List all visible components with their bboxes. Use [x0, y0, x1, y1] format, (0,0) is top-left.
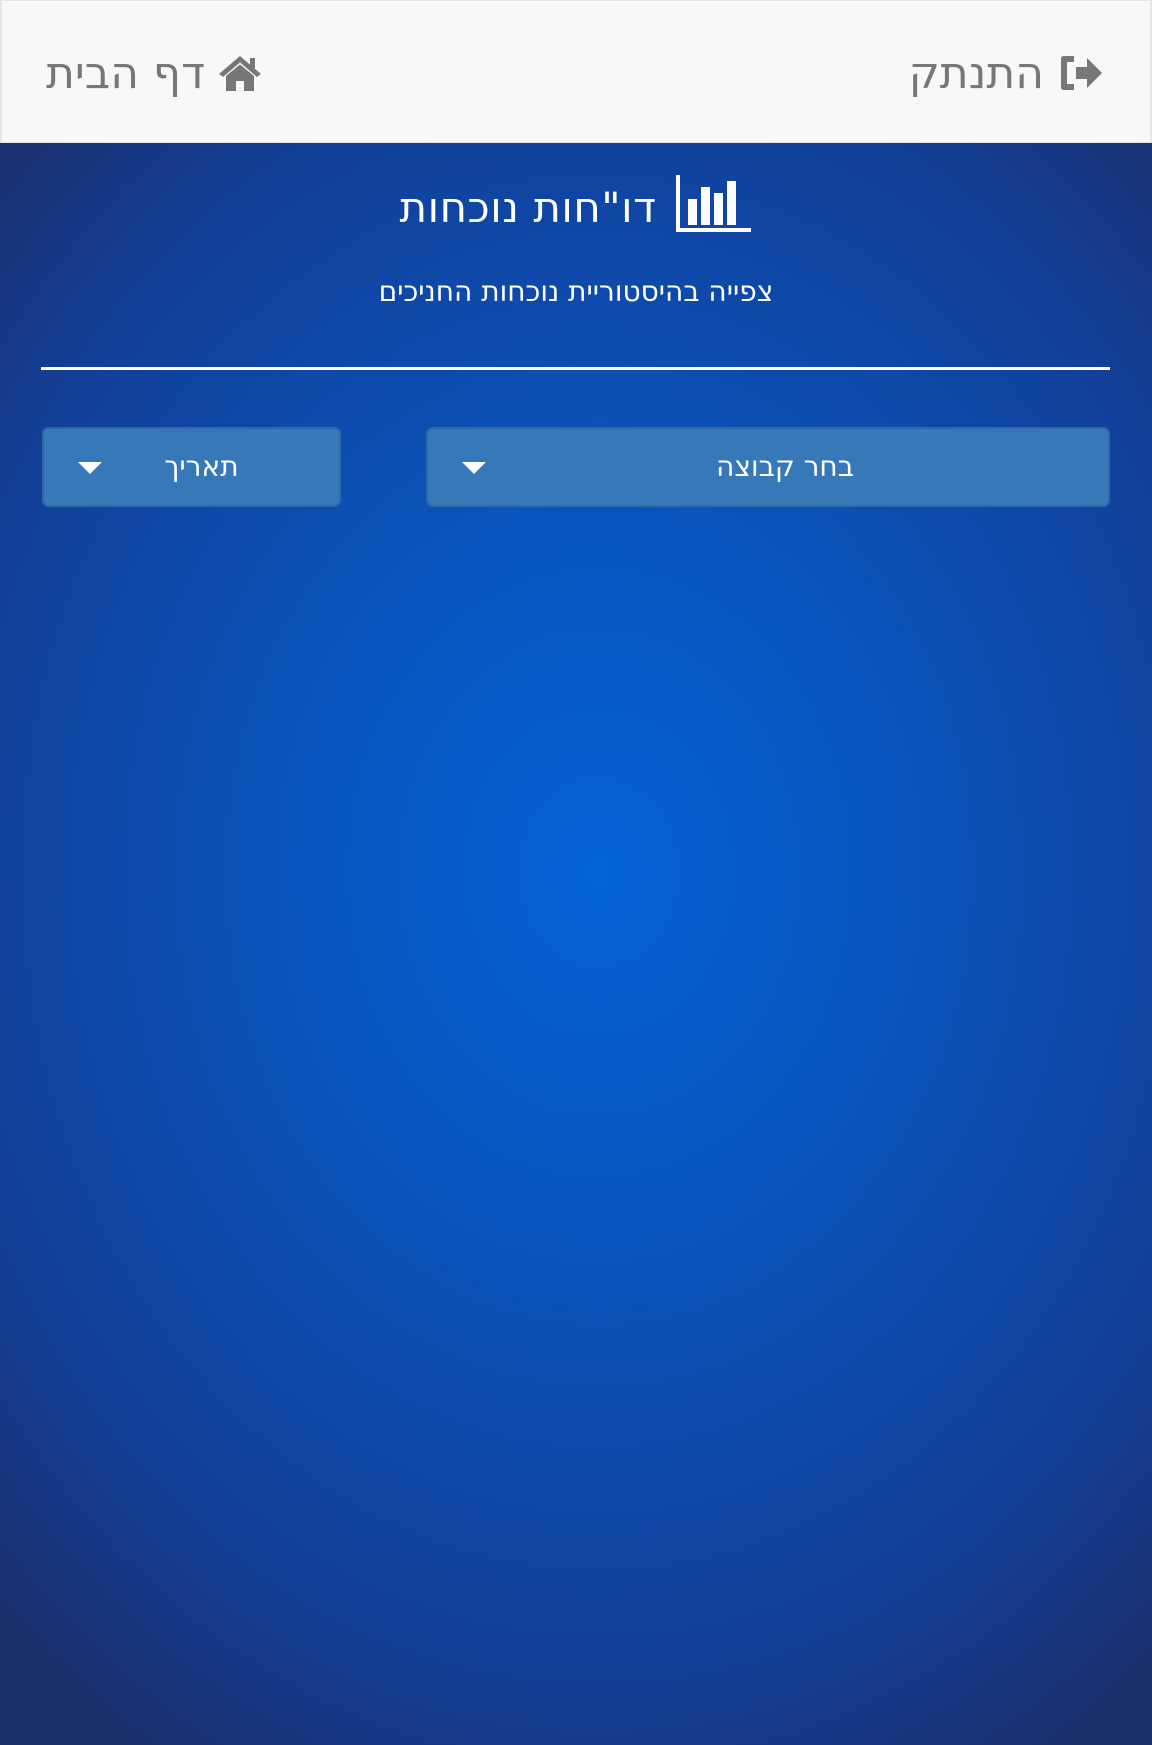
page-header: דו"חות נוכחות צפייה בהיסטוריית נוכחות הח…	[0, 170, 1152, 308]
page-title-row: דו"חות נוכחות	[0, 170, 1152, 244]
top-navbar: התנתק דף הבית	[0, 0, 1152, 143]
caret-down-icon	[78, 462, 102, 474]
group-select-label: בחר קבוצה	[716, 450, 854, 483]
home-label: דף הבית	[46, 47, 206, 99]
logout-label: התנתק	[908, 47, 1044, 99]
group-select-dropdown[interactable]: בחר קבוצה	[426, 427, 1110, 507]
logout-link[interactable]: התנתק	[909, 43, 1104, 103]
page-subtitle: צפייה בהיסטוריית נוכחות החניכים	[378, 275, 774, 308]
page-title: דו"חות נוכחות	[399, 182, 657, 232]
header-divider	[41, 367, 1110, 370]
sign-out-icon	[1058, 53, 1104, 93]
caret-down-icon	[462, 462, 486, 474]
date-select-dropdown[interactable]: תאריך	[42, 427, 341, 507]
home-link[interactable]: דף הבית	[46, 43, 263, 103]
bar-chart-icon	[675, 173, 753, 237]
home-icon	[217, 53, 263, 93]
